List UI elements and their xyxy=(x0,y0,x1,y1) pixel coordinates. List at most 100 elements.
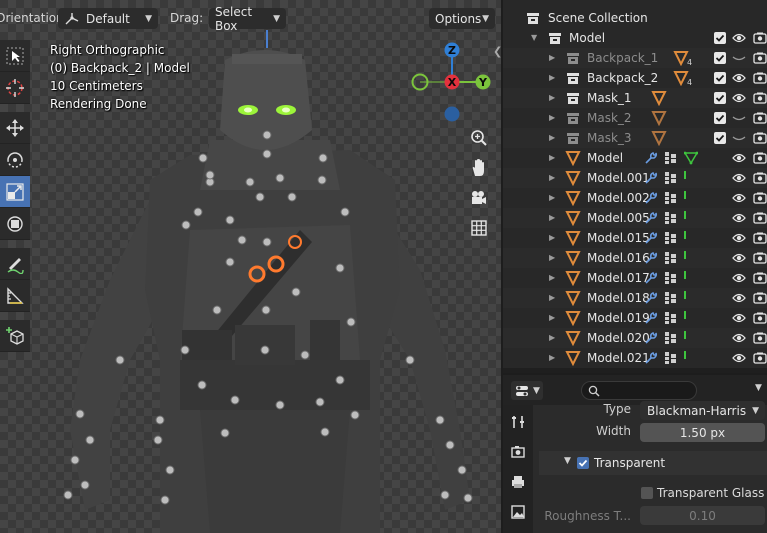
outliner-row[interactable]: ▶ Model.002 xyxy=(503,188,767,208)
exclude-checkbox[interactable] xyxy=(714,92,726,104)
outliner-row[interactable]: ▶ Mask_2 xyxy=(503,108,767,128)
outliner-row-scene-collection[interactable]: Scene Collection xyxy=(503,8,767,28)
exclude-checkbox[interactable] xyxy=(714,112,726,124)
expand-right-icon[interactable]: ▶ xyxy=(549,53,555,62)
camera-render-icon[interactable] xyxy=(753,151,767,165)
outliner-row[interactable]: ▼ Model xyxy=(503,28,767,48)
expand-right-icon[interactable]: ▶ xyxy=(549,233,555,242)
eye-closed-icon[interactable] xyxy=(732,111,746,125)
outliner-row[interactable]: ▶ Backpack_1 4 xyxy=(503,48,767,68)
expand-right-icon[interactable]: ▶ xyxy=(549,313,555,322)
select-tool[interactable] xyxy=(0,40,30,72)
outliner-row[interactable]: ▶ Backpack_2 4 xyxy=(503,68,767,88)
expand-right-icon[interactable]: ▶ xyxy=(549,133,555,142)
expand-right-icon[interactable]: ▶ xyxy=(549,333,555,342)
camera-render-icon[interactable] xyxy=(753,191,767,205)
eye-icon[interactable] xyxy=(732,151,746,165)
eye-icon[interactable] xyxy=(732,311,746,325)
expand-right-icon[interactable]: ▶ xyxy=(549,173,555,182)
expand-right-icon[interactable]: ▶ xyxy=(549,213,555,222)
outliner-row[interactable]: ▶ Model.021 xyxy=(503,348,767,368)
camera-render-icon[interactable] xyxy=(753,211,767,225)
move-tool[interactable] xyxy=(0,112,30,144)
expand-right-icon[interactable]: ▶ xyxy=(549,93,555,102)
tab-tool[interactable] xyxy=(503,409,533,435)
camera-render-icon[interactable] xyxy=(753,291,767,305)
outliner-row[interactable]: ▶ Model.020 xyxy=(503,328,767,348)
camera-render-icon[interactable] xyxy=(753,71,767,85)
editor-type-dropdown[interactable]: ▼ xyxy=(511,381,543,400)
outliner-row[interactable]: ▶ Model.005 xyxy=(503,208,767,228)
tab-output[interactable] xyxy=(503,469,533,495)
exclude-checkbox[interactable] xyxy=(714,132,726,144)
eye-icon[interactable] xyxy=(732,351,746,365)
camera-render-icon[interactable] xyxy=(753,331,767,345)
expand-right-icon[interactable]: ▶ xyxy=(549,73,555,82)
outliner-row[interactable]: ▶ Model.001 xyxy=(503,168,767,188)
3d-viewport[interactable]: Orientation: Default ▼ Drag: Select Box … xyxy=(0,0,501,533)
properties-search-input[interactable] xyxy=(581,381,697,400)
eye-icon[interactable] xyxy=(732,71,746,85)
sidebar-toggle-icon[interactable]: ❮ xyxy=(493,45,501,58)
transparent-glass-checkbox[interactable] xyxy=(641,487,653,499)
outliner-row[interactable]: ▶ Mask_3 xyxy=(503,128,767,148)
eye-icon[interactable] xyxy=(732,171,746,185)
camera-render-icon[interactable] xyxy=(753,51,767,65)
eye-icon[interactable] xyxy=(732,91,746,105)
camera-render-icon[interactable] xyxy=(753,131,767,145)
outliner-row[interactable]: ▶ Mask_1 xyxy=(503,88,767,108)
chevron-down-icon[interactable]: ▼ xyxy=(755,383,762,393)
gizmo-z-negative[interactable] xyxy=(444,106,460,122)
camera-render-icon[interactable] xyxy=(753,351,767,365)
eye-icon[interactable] xyxy=(732,331,746,345)
exclude-checkbox[interactable] xyxy=(714,32,726,44)
eye-icon[interactable] xyxy=(732,191,746,205)
expand-right-icon[interactable]: ▶ xyxy=(549,193,555,202)
orientation-dropdown[interactable]: Default ▼ xyxy=(58,8,158,29)
expand-right-icon[interactable]: ▶ xyxy=(549,113,555,122)
camera-render-icon[interactable] xyxy=(753,311,767,325)
exclude-checkbox[interactable] xyxy=(714,72,726,84)
transparent-panel-header[interactable]: ▼ Transparent xyxy=(539,451,767,475)
eye-icon[interactable] xyxy=(732,231,746,245)
filter-type-dropdown[interactable]: Blackman-Harris ▼ xyxy=(640,401,765,420)
expand-right-icon[interactable]: ▶ xyxy=(549,253,555,262)
options-dropdown[interactable]: Options ▼ xyxy=(429,8,495,29)
drag-dropdown[interactable]: Select Box ▼ xyxy=(209,5,286,33)
pan-button[interactable] xyxy=(467,155,491,181)
navigation-gizmo[interactable]: Z X Y xyxy=(408,40,496,124)
cursor-tool[interactable] xyxy=(0,72,30,104)
filter-width-field[interactable]: 1.50 px xyxy=(640,423,765,442)
eye-icon[interactable] xyxy=(732,291,746,305)
tab-render[interactable] xyxy=(503,439,533,465)
eye-closed-icon[interactable] xyxy=(732,51,746,65)
expand-right-icon[interactable]: ▶ xyxy=(549,353,555,362)
expand-right-icon[interactable]: ▶ xyxy=(549,273,555,282)
transform-tool[interactable] xyxy=(0,208,30,240)
roughness-threshold-field[interactable]: 0.10 xyxy=(640,506,765,525)
outliner-row[interactable]: ▶ Model.019 xyxy=(503,308,767,328)
outliner-row[interactable]: ▶ Model.018 xyxy=(503,288,767,308)
annotate-tool[interactable] xyxy=(0,248,30,280)
add-cube-tool[interactable] xyxy=(0,320,30,352)
rotate-tool[interactable] xyxy=(0,144,30,176)
tab-view-layer[interactable] xyxy=(503,499,533,525)
eye-icon[interactable] xyxy=(732,271,746,285)
camera-render-icon[interactable] xyxy=(753,31,767,45)
expand-right-icon[interactable]: ▶ xyxy=(549,293,555,302)
expand-right-icon[interactable]: ▶ xyxy=(549,153,555,162)
perspective-toggle-button[interactable] xyxy=(467,215,491,241)
camera-render-icon[interactable] xyxy=(753,111,767,125)
chevron-down-icon[interactable]: ▼ xyxy=(564,456,571,466)
eye-icon[interactable] xyxy=(732,211,746,225)
scale-tool[interactable] xyxy=(0,176,30,208)
camera-render-icon[interactable] xyxy=(753,171,767,185)
outliner-row[interactable]: ▶ Model.016 xyxy=(503,248,767,268)
measure-tool[interactable] xyxy=(0,280,30,312)
camera-render-icon[interactable] xyxy=(753,251,767,265)
camera-render-icon[interactable] xyxy=(753,231,767,245)
exclude-checkbox[interactable] xyxy=(714,52,726,64)
camera-render-icon[interactable] xyxy=(753,271,767,285)
outliner-row[interactable]: ▶ Model xyxy=(503,148,767,168)
outliner-row[interactable]: ▶ Model.017 xyxy=(503,268,767,288)
